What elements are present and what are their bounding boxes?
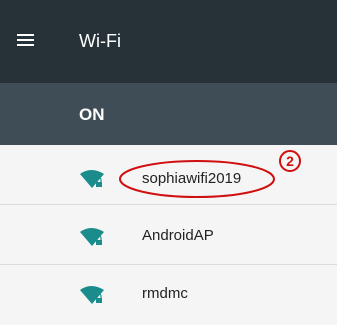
wifi-state-label: ON [79, 105, 105, 124]
page-title: Wi-Fi [79, 31, 121, 51]
network-ssid: rmdmc [142, 285, 188, 302]
annotation-marker: 2 [279, 150, 301, 172]
network-item[interactable]: AndroidAP [0, 205, 337, 265]
wifi-locked-icon [80, 286, 104, 304]
wifi-toggle-bar[interactable]: ON [0, 83, 337, 145]
network-item[interactable]: rmdmc [0, 265, 337, 325]
hamburger-menu-icon[interactable] [17, 33, 34, 47]
wifi-locked-icon [80, 228, 104, 246]
network-ssid: AndroidAP [142, 227, 214, 244]
wifi-locked-icon [80, 170, 104, 188]
network-item[interactable]: sophiawifi2019 2 [0, 145, 337, 205]
highlight-circle-annotation [119, 160, 275, 198]
app-bar: Wi-Fi [0, 0, 337, 83]
